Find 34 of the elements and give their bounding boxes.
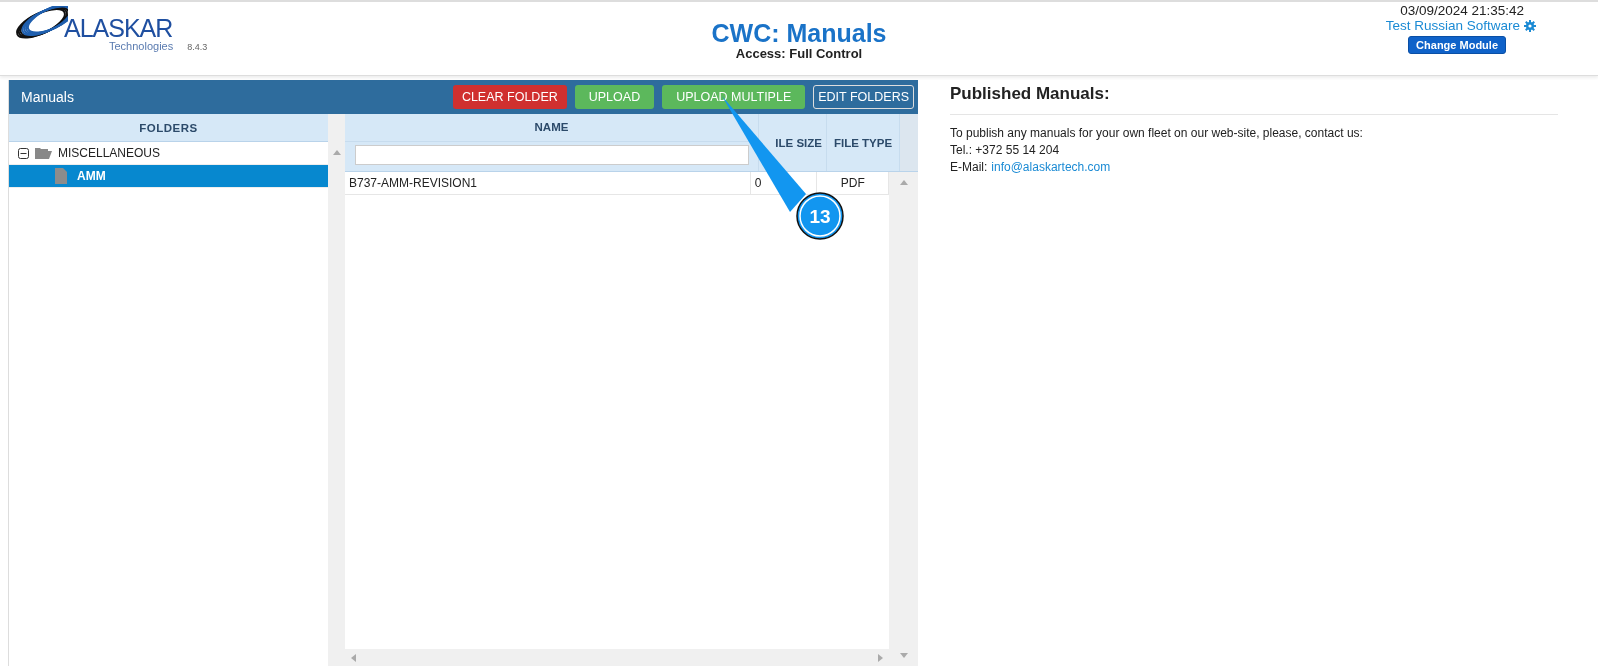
folder-icon bbox=[35, 147, 52, 159]
toolbar-button[interactable]: UPLOAD MULTIPLE bbox=[662, 85, 806, 109]
access-label: Access: Full Control bbox=[735, 46, 863, 61]
scroll-up-icon[interactable] bbox=[332, 150, 341, 155]
table-cell: B737-AMM-REVISION1 bbox=[345, 172, 751, 194]
toolbar-button[interactable]: CLEAR FOLDER bbox=[452, 85, 567, 109]
scroll-left-icon[interactable] bbox=[351, 653, 356, 662]
callout-number: 13 bbox=[809, 206, 831, 227]
settings-icon[interactable] bbox=[1524, 19, 1536, 32]
filter-input[interactable] bbox=[354, 145, 749, 165]
vertical-scrollbar[interactable] bbox=[328, 114, 345, 666]
user-link[interactable]: Test Russian Software bbox=[1385, 18, 1520, 33]
edit-folders-button[interactable]: EDIT FOLDERS bbox=[813, 85, 914, 109]
file-icon bbox=[55, 168, 67, 184]
phone-text: Tel.: +372 55 14 204 bbox=[950, 142, 1061, 159]
change-module-button[interactable]: Change Module bbox=[1408, 36, 1506, 54]
panel-title: Manuals bbox=[21, 89, 74, 105]
page-title: CWC: Manuals bbox=[711, 20, 887, 46]
version-label: 8.4.3 bbox=[187, 42, 208, 52]
tree-item[interactable]: AMM bbox=[9, 165, 328, 188]
scroll-up-icon[interactable] bbox=[899, 180, 908, 185]
vertical-scrollbar[interactable] bbox=[889, 172, 918, 666]
datetime-label: 03/09/2024 21:35:42 bbox=[1400, 3, 1524, 18]
section-title: Published Manuals: bbox=[950, 84, 1558, 115]
scroll-right-icon[interactable] bbox=[878, 653, 883, 662]
column-header: FOLDERS bbox=[9, 114, 328, 142]
logo-wordmark: ALASKAR bbox=[64, 16, 174, 40]
logo-subtitle: Technologies bbox=[109, 40, 174, 52]
email-link[interactable]: info@alaskartech.com bbox=[991, 159, 1111, 176]
email-label: E-Mail: bbox=[950, 159, 988, 176]
scroll-down-icon[interactable] bbox=[899, 653, 908, 658]
toolbar-button[interactable]: UPLOAD bbox=[574, 85, 655, 109]
collapse-icon[interactable] bbox=[18, 147, 29, 159]
info-text: To publish any manuals for your own fleet on our web-site, please, contact us: bbox=[950, 125, 1364, 142]
